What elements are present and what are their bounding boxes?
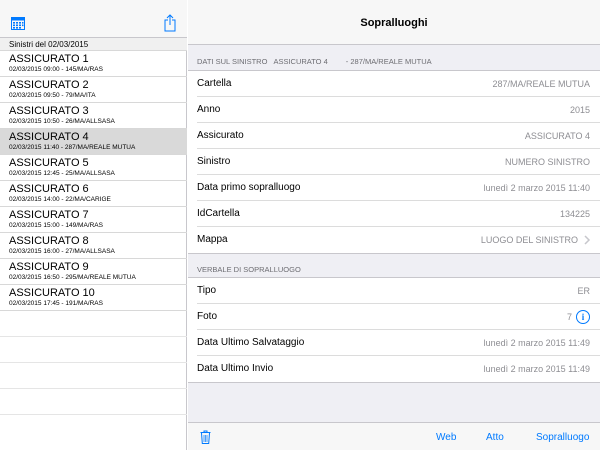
empty-list-row — [0, 389, 187, 415]
list-item-subtitle: 02/03/2015 14:00 - 22/MA/CARIGE — [9, 196, 111, 203]
row-label: Sinistro — [197, 156, 231, 167]
row-value: lunedì 2 marzo 2015 11:49 — [483, 338, 590, 348]
row-value: NUMERO SINISTRO — [504, 157, 590, 167]
row-mappa[interactable]: Mappa LUOGO DEL SINISTRO — [188, 227, 600, 253]
group-header-cartella: - 287/MA/REALE MUTUA — [345, 57, 432, 66]
row-value: 2015 — [569, 105, 590, 115]
list-item-subtitle: 02/03/2015 09:50 - 79/MA/ITA — [9, 92, 96, 99]
row-label: Cartella — [197, 78, 232, 89]
detail-pane: Sopralluoghi DATI SUL SINISTRO ASSICURATO… — [188, 0, 600, 450]
row-anno: Anno 2015 — [188, 97, 600, 123]
row-data-primo-sopralluogo: Data primo sopralluogo lunedì 2 marzo 201… — [188, 175, 600, 201]
row-idcartella: IdCartella 134225 — [188, 201, 600, 227]
info-icon[interactable]: i — [576, 310, 590, 324]
row-value: ER — [577, 286, 590, 296]
list-item-title: ASSICURATO 3 — [9, 105, 89, 117]
calendar-icon[interactable] — [11, 16, 25, 30]
list-item[interactable]: ASSICURATO 7 02/03/2015 15:00 - 149/MA/RA… — [0, 207, 187, 233]
group-header-label: VERBALE DI SOPRALLUOGO — [197, 265, 301, 274]
row-label: Mappa — [197, 234, 228, 245]
row-value: 7 — [566, 312, 572, 322]
list-item[interactable]: ASSICURATO 10 02/03/2015 17:45 - 191/MA/R… — [0, 285, 187, 311]
row-label: Data Ultimo Salvataggio — [197, 337, 305, 348]
left-toolbar — [0, 0, 187, 38]
row-assicurato: Assicurato ASSICURATO 4 — [188, 123, 600, 149]
group-header-verbale: VERBALE DI SOPRALLUOGO — [197, 265, 301, 274]
row-label: Foto — [197, 311, 218, 322]
list-item-title: ASSICURATO 4 — [9, 131, 89, 143]
dati-sinistro-group: Cartella 287/MA/REALE MUTUA Anno 2015 Assicu… — [188, 70, 600, 254]
list-item-title: ASSICURATO 5 — [9, 157, 89, 169]
page-title: Sopralluoghi — [360, 17, 428, 29]
row-label: Data primo sopralluogo — [197, 182, 301, 193]
list-item-subtitle: 02/03/2015 16:00 - 27/MA/ALLSASA — [9, 248, 115, 255]
group-header-dati-sinistro: DATI SUL SINISTRO ASSICURATO 4 - 287/MA/RE… — [197, 57, 432, 66]
empty-list-row — [0, 363, 187, 389]
row-label: IdCartella — [197, 208, 240, 219]
row-value: lunedì 2 marzo 2015 11:49 — [483, 364, 590, 374]
navigation-bar: Sopralluoghi — [188, 0, 600, 45]
list-item-title: ASSICURATO 9 — [9, 261, 89, 273]
list-item[interactable]: ASSICURATO 2 02/03/2015 09:50 - 79/MA/ITA — [0, 77, 187, 103]
row-value: LUOGO DEL SINISTRO — [480, 235, 578, 245]
sinistri-list-pane: Sinistri del 02/03/2015 ASSICURATO 1 02/0… — [0, 0, 187, 450]
list-item-subtitle: 02/03/2015 17:45 - 191/MA/RAS — [9, 300, 103, 307]
list-item-subtitle: 02/03/2015 11:40 - 287/MA/REALE MUTUA — [9, 144, 136, 151]
list-item[interactable]: ASSICURATO 4 02/03/2015 11:40 - 287/MA/RE… — [0, 129, 187, 155]
list-item-title: ASSICURATO 7 — [9, 209, 89, 221]
row-value: 287/MA/REALE MUTUA — [492, 79, 590, 89]
row-cartella: Cartella 287/MA/REALE MUTUA — [188, 71, 600, 97]
row-data-ultimo-salvataggio: Data Ultimo Salvataggio lunedì 2 marzo 20… — [188, 330, 600, 356]
row-label: Anno — [197, 104, 221, 115]
list-section-header: Sinistri del 02/03/2015 — [0, 38, 187, 51]
row-sinistro: Sinistro NUMERO SINISTRO — [188, 149, 600, 175]
list-item-title: ASSICURATO 8 — [9, 235, 89, 247]
row-label: Data Ultimo Invio — [197, 363, 274, 374]
row-tipo: Tipo ER — [188, 278, 600, 304]
verbale-group: Tipo ER Foto 7 i Data Ultimo Salvataggio luned… — [188, 277, 600, 383]
list-item[interactable]: ASSICURATO 6 02/03/2015 14:00 - 22/MA/CAR… — [0, 181, 187, 207]
list-item-title: ASSICURATO 2 — [9, 79, 89, 91]
group-header-assicurato: ASSICURATO 4 — [273, 57, 328, 66]
list-item[interactable]: ASSICURATO 9 02/03/2015 16:50 - 295/MA/RE… — [0, 259, 187, 285]
row-label: Tipo — [197, 285, 217, 296]
share-icon[interactable] — [164, 14, 176, 32]
empty-list-row — [0, 337, 187, 363]
chevron-right-icon — [584, 235, 591, 245]
list-item-subtitle: 02/03/2015 09:00 - 145/MA/RAS — [9, 66, 103, 73]
list-item-subtitle: 02/03/2015 16:50 - 295/MA/REALE MUTUA — [9, 274, 136, 281]
empty-list-row — [0, 311, 187, 337]
trash-icon[interactable] — [200, 430, 211, 444]
row-value: lunedì 2 marzo 2015 11:40 — [483, 183, 590, 193]
list-item[interactable]: ASSICURATO 1 02/03/2015 09:00 - 145/MA/RA… — [0, 51, 187, 77]
list-item[interactable]: ASSICURATO 8 02/03/2015 16:00 - 27/MA/ALL… — [0, 233, 187, 259]
sinistri-list: ASSICURATO 1 02/03/2015 09:00 - 145/MA/RA… — [0, 51, 187, 415]
list-item-title: ASSICURATO 6 — [9, 183, 89, 195]
bottom-toolbar: Web Atto Sopralluogo — [188, 422, 600, 450]
list-item[interactable]: ASSICURATO 3 02/03/2015 10:50 - 26/MA/ALL… — [0, 103, 187, 129]
list-item-subtitle: 02/03/2015 15:00 - 149/MA/RAS — [9, 222, 103, 229]
row-value: 134225 — [559, 209, 590, 219]
list-item-title: ASSICURATO 10 — [9, 287, 95, 299]
list-item-title: ASSICURATO 1 — [9, 53, 89, 65]
sopralluogo-button[interactable]: Sopralluogo — [536, 432, 589, 443]
row-foto[interactable]: Foto 7 i — [188, 304, 600, 330]
list-item-subtitle: 02/03/2015 10:50 - 26/MA/ALLSASA — [9, 118, 115, 125]
row-value: ASSICURATO 4 — [524, 131, 590, 141]
group-header-label: DATI SUL SINISTRO — [197, 57, 268, 66]
web-button[interactable]: Web — [436, 432, 456, 443]
row-data-ultimo-invio: Data Ultimo Invio lunedì 2 marzo 2015 11:… — [188, 356, 600, 382]
atto-button[interactable]: Atto — [486, 432, 504, 443]
list-item[interactable]: ASSICURATO 5 02/03/2015 12:45 - 25/MA/ALL… — [0, 155, 187, 181]
list-item-subtitle: 02/03/2015 12:45 - 25/MA/ALLSASA — [9, 170, 115, 177]
row-label: Assicurato — [197, 130, 244, 141]
